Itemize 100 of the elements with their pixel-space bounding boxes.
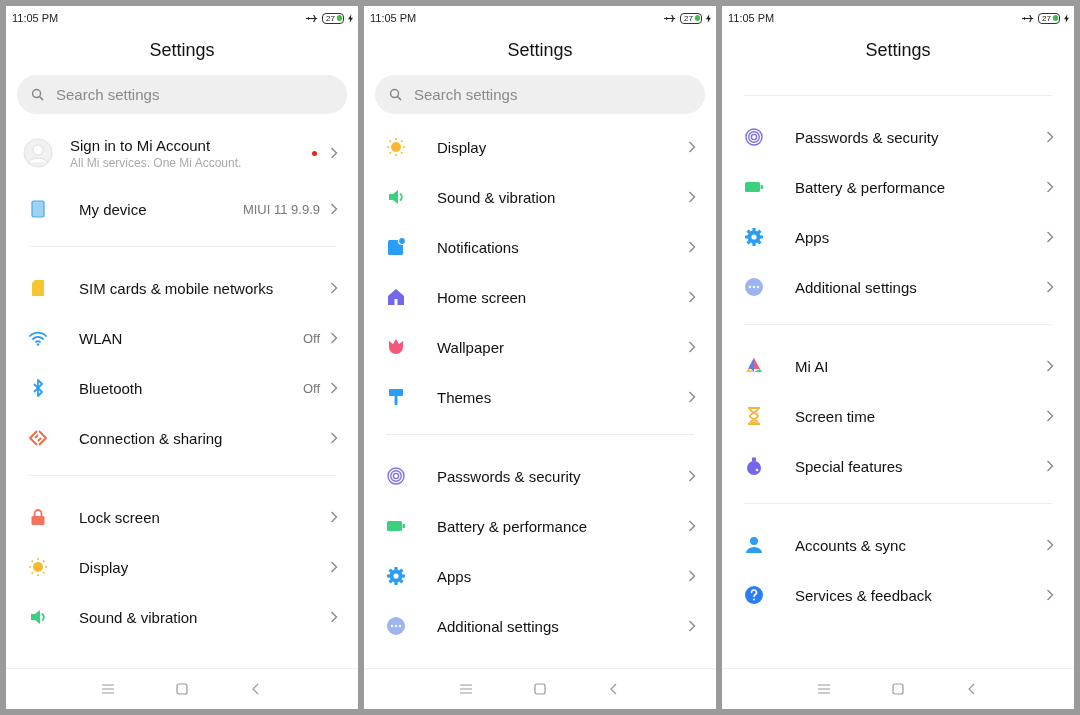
home-square-icon[interactable]: [176, 683, 188, 695]
speaker-icon: [28, 607, 48, 627]
settings-row[interactable]: Display: [364, 122, 716, 172]
settings-row[interactable]: Wallpaper: [364, 322, 716, 372]
account-row[interactable]: Sign in to Mi Account All Mi services. One Mi Account.: [6, 122, 358, 184]
chevron-icon: [330, 511, 338, 523]
row-label: Display: [437, 138, 488, 156]
row-label: Home screen: [437, 288, 528, 306]
chevron-icon: [1046, 360, 1054, 372]
chevron-icon: [330, 203, 338, 215]
settings-row[interactable]: Home screen: [364, 272, 716, 322]
row-label: Special features: [795, 457, 904, 475]
screen-title: Settings: [864, 39, 932, 62]
settings-row[interactable]: Battery & performance: [364, 501, 716, 551]
chevron-icon: [330, 382, 338, 394]
chevron-icon: [330, 282, 338, 294]
more-dots-icon: [744, 277, 764, 297]
menu-icon[interactable]: [818, 683, 830, 695]
tulip-icon: [386, 337, 406, 357]
row-label: Services & feedback: [795, 586, 933, 604]
row-label: Accounts & sync: [795, 536, 907, 554]
row-label: Passwords & security: [437, 467, 582, 485]
settings-row[interactable]: WLAN Off: [6, 313, 358, 363]
settings-row[interactable]: Connection & sharing: [6, 413, 358, 463]
chevron-icon: [330, 147, 338, 159]
screen-title: Settings: [148, 39, 216, 62]
menu-icon[interactable]: [102, 683, 114, 695]
chevron-icon: [1046, 460, 1054, 472]
row-subtitle: All Mi services. One Mi Account.: [70, 155, 243, 170]
settings-row[interactable]: Services & feedback: [722, 570, 1074, 620]
settings-row[interactable]: Apps: [364, 551, 716, 601]
avatar-icon: [23, 138, 53, 168]
chevron-icon: [1046, 589, 1054, 601]
settings-row[interactable]: Passwords & security: [722, 112, 1074, 162]
battery-indicator: 27: [680, 12, 702, 24]
settings-row[interactable]: Screen time: [722, 391, 1074, 441]
settings-row[interactable]: My device MIUI 11 9.9.9: [6, 184, 358, 234]
settings-row[interactable]: Additional settings: [722, 262, 1074, 312]
settings-row[interactable]: Additional settings: [364, 601, 716, 651]
search-field[interactable]: Search settings: [17, 75, 347, 114]
settings-row[interactable]: Sound & vibration: [364, 172, 716, 222]
chevron-icon: [688, 520, 696, 532]
settings-icon: [386, 566, 406, 586]
row-label: Lock screen: [79, 508, 161, 526]
home-square-icon[interactable]: [892, 683, 904, 695]
row-label: Additional settings: [795, 278, 918, 296]
chevron-icon: [1046, 181, 1054, 193]
chevron-icon: [688, 241, 696, 253]
row-label: My device: [79, 200, 148, 218]
charging-bolt-icon: [348, 13, 353, 23]
help-icon: [744, 585, 764, 605]
row-label: Sign in to Mi Account: [70, 136, 212, 154]
row-label: Connection & sharing: [79, 429, 224, 447]
row-label: Sound & vibration: [437, 188, 557, 206]
chevron-icon: [1046, 410, 1054, 422]
row-label: Additional settings: [437, 617, 560, 635]
screen-title: Settings: [506, 39, 574, 62]
row-label: Display: [79, 558, 130, 576]
row-label: Apps: [795, 228, 831, 246]
menu-icon[interactable]: [460, 683, 472, 695]
battery-indicator: 27: [322, 12, 344, 24]
settings-row[interactable]: Apps: [722, 212, 1074, 262]
notification-icon: [386, 237, 406, 257]
settings-row[interactable]: Display: [6, 542, 358, 592]
settings-row[interactable]: Themes: [364, 372, 716, 422]
row-label: Mi AI: [795, 357, 830, 375]
settings-row[interactable]: Notifications: [364, 222, 716, 272]
more-dots-icon: [386, 616, 406, 636]
row-label: WLAN: [79, 329, 124, 347]
settings-row[interactable]: Lock screen: [6, 492, 358, 542]
house-icon: [386, 287, 406, 307]
chevron-icon: [330, 611, 338, 623]
settings-row[interactable]: Bluetooth Off: [6, 363, 358, 413]
chevron-icon: [688, 341, 696, 353]
diamond-link-icon: [28, 428, 48, 448]
chevron-icon: [688, 391, 696, 403]
home-square-icon[interactable]: [534, 683, 546, 695]
charging-bolt-icon: [1064, 13, 1069, 23]
search-field[interactable]: Search settings: [375, 75, 705, 114]
settings-row[interactable]: SIM cards & mobile networks: [6, 263, 358, 313]
chevron-icon: [1046, 281, 1054, 293]
row-label: Bluetooth: [79, 379, 144, 397]
lock-icon: [28, 507, 48, 527]
settings-row[interactable]: Mi AI: [722, 341, 1074, 391]
row-label: Notifications: [437, 238, 520, 256]
settings-row[interactable]: Special features: [722, 441, 1074, 491]
row-label: SIM cards & mobile networks: [79, 279, 275, 297]
row-label: Apps: [437, 567, 473, 585]
chevron-icon: [688, 291, 696, 303]
status-time: 11:05 PM: [370, 12, 417, 24]
row-value: Off: [302, 330, 320, 346]
row-label: Themes: [437, 388, 493, 406]
row-label: Wallpaper: [437, 338, 505, 356]
settings-row[interactable]: Passwords & security: [364, 451, 716, 501]
settings-row[interactable]: Battery & performance: [722, 162, 1074, 212]
settings-row[interactable]: Sound & vibration: [6, 592, 358, 642]
chevron-icon: [688, 191, 696, 203]
speaker-icon: [386, 187, 406, 207]
row-value: Off: [302, 380, 320, 396]
settings-row[interactable]: Accounts & sync: [722, 520, 1074, 570]
